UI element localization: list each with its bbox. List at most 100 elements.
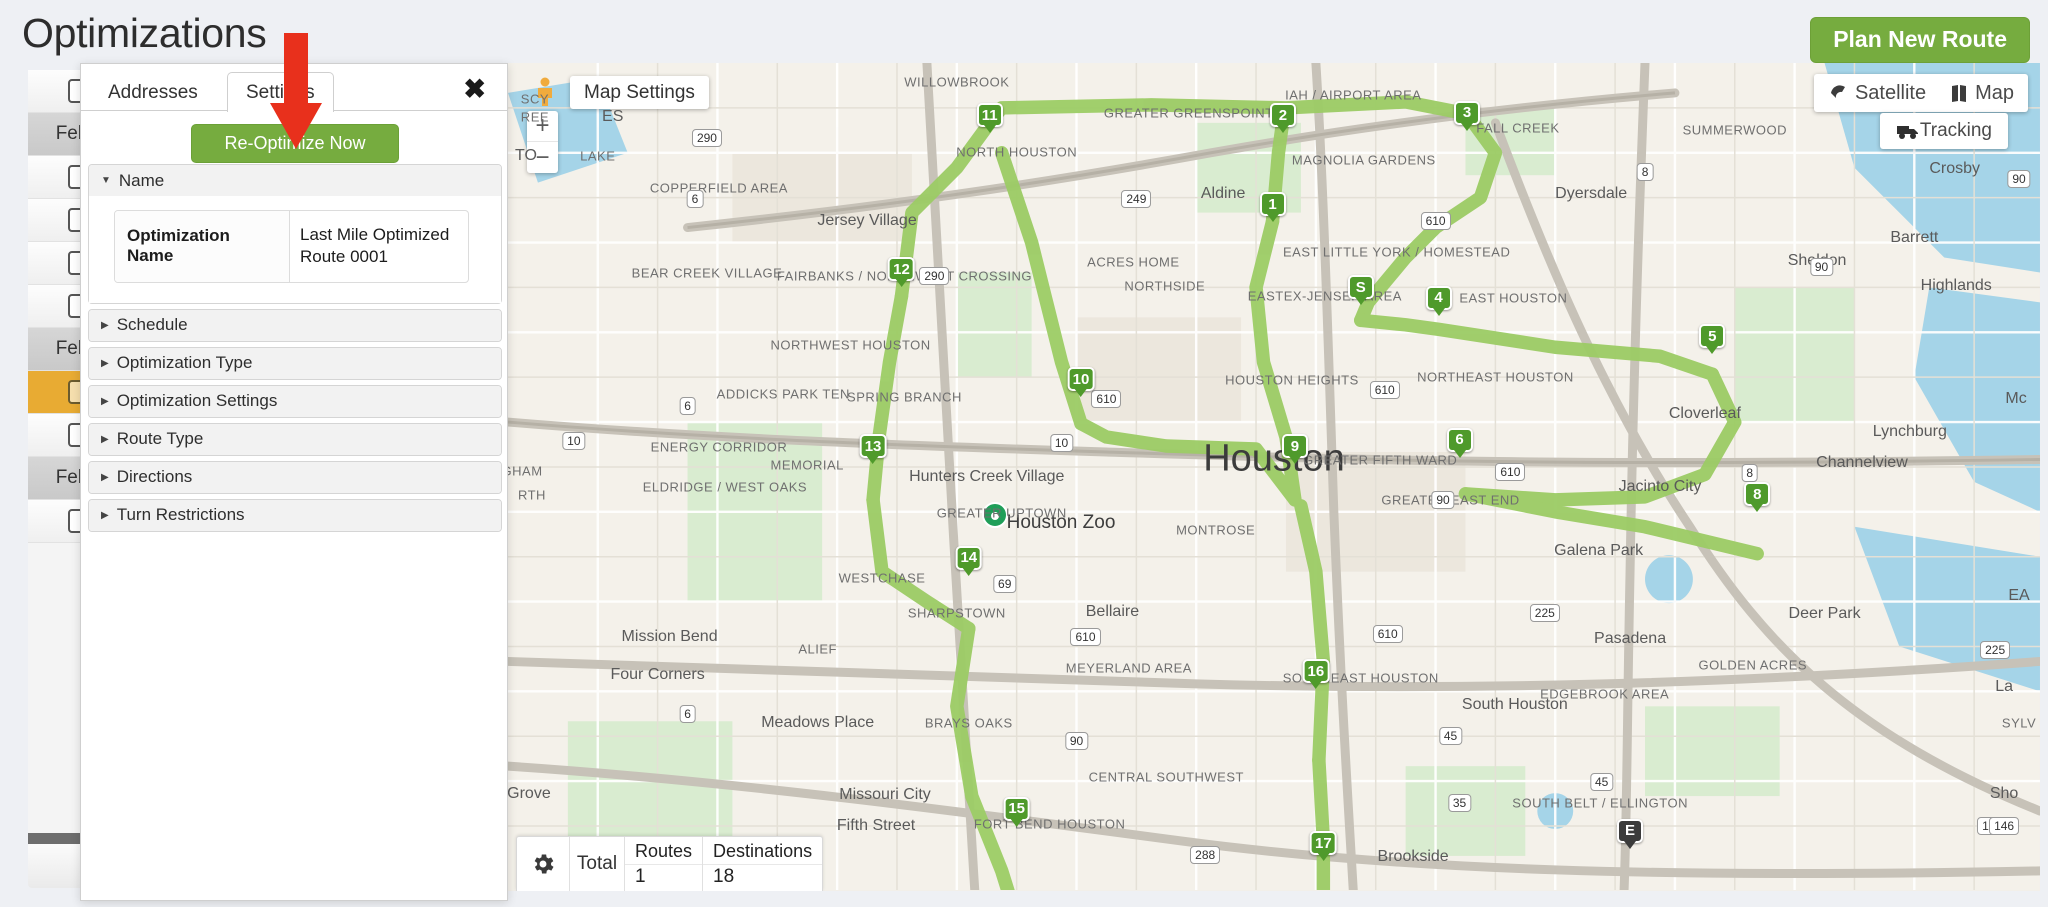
accordion-header[interactable]: ▶ Route Type bbox=[89, 423, 501, 455]
highway-shield: 6 bbox=[679, 704, 696, 723]
accordion-label: Name bbox=[118, 170, 165, 190]
map-place-label: BEAR CREEK VILLAGE bbox=[631, 265, 783, 281]
route-stop-marker[interactable]: 6 bbox=[1446, 427, 1473, 452]
optimization-name-value[interactable]: Last Mile Optimized Route 0001 bbox=[290, 211, 468, 282]
accordion-header[interactable]: ▼ Name bbox=[89, 165, 501, 196]
map-place-label: SUMMERWOOD bbox=[1682, 122, 1788, 138]
route-stop-marker[interactable]: 5 bbox=[1699, 324, 1726, 349]
map-label: Map bbox=[1975, 81, 2014, 104]
accordion-header[interactable]: ▶ Turn Restrictions bbox=[89, 499, 501, 531]
route-stop-marker[interactable]: 14 bbox=[955, 545, 983, 570]
map-place-label: ELDRIDGE / WEST OAKS bbox=[642, 479, 808, 495]
accordion-header[interactable]: ▶ Optimization Settings bbox=[89, 385, 501, 417]
page-title: Optimizations bbox=[22, 10, 267, 56]
highway-shield: 290 bbox=[691, 129, 722, 148]
route-stop-marker[interactable]: 8 bbox=[1744, 482, 1771, 507]
route-stop-marker[interactable]: 12 bbox=[888, 257, 915, 282]
route-stop-marker[interactable]: 3 bbox=[1453, 100, 1480, 125]
destinations-value: 18 bbox=[713, 865, 735, 887]
map-place-label: EAST HOUSTON bbox=[1459, 290, 1568, 306]
accordion-label: Optimization Settings bbox=[116, 391, 278, 411]
route-stop-marker[interactable]: 4 bbox=[1425, 285, 1452, 310]
route-stop-marker[interactable]: 16 bbox=[1302, 659, 1330, 684]
destinations-header: Destinations bbox=[703, 837, 823, 865]
map-place-label: WESTCHASE bbox=[838, 570, 926, 586]
highway-shield: 45 bbox=[1589, 773, 1614, 792]
highway-shield: 90 bbox=[1809, 258, 1834, 277]
map-place-label: NORTH HOUSTON bbox=[956, 144, 1078, 160]
accordion-section[interactable]: ▶ Turn Restrictions bbox=[88, 498, 502, 532]
map-place-label: GOLDEN ACRES bbox=[1698, 657, 1808, 673]
highway-shield: 69 bbox=[993, 575, 1017, 594]
map-place-label: NORTHWEST HOUSTON bbox=[770, 337, 931, 353]
map-place-label: Cloverleaf bbox=[1668, 404, 1741, 422]
map-place-label: EASTEX-JENSEN AREA bbox=[1247, 288, 1402, 304]
close-icon[interactable]: ✖ bbox=[463, 76, 486, 103]
route-stop-marker[interactable]: E bbox=[1617, 818, 1644, 843]
map-place-label: Jersey Village bbox=[817, 211, 917, 229]
accordion-header[interactable]: ▶ Directions bbox=[89, 461, 501, 493]
map-place-label: Jacinto City bbox=[1618, 478, 1702, 496]
map-toggle[interactable]: Map bbox=[1950, 82, 2014, 105]
satellite-toggle[interactable]: Satellite bbox=[1828, 82, 1926, 105]
gear-icon[interactable] bbox=[517, 837, 569, 891]
accordion-section[interactable]: ▶ Schedule bbox=[88, 308, 502, 342]
map-place-label: ACRES HOME bbox=[1087, 254, 1180, 270]
route-stop-marker[interactable]: 13 bbox=[859, 434, 887, 459]
route-stop-marker[interactable]: 9 bbox=[1281, 434, 1308, 459]
map-settings-button[interactable]: Map Settings bbox=[570, 76, 709, 109]
map-place-label: HOUSTON HEIGHTS bbox=[1225, 372, 1359, 388]
route-stop-marker[interactable]: 2 bbox=[1269, 103, 1296, 128]
highway-shield: 225 bbox=[1980, 641, 2011, 660]
map-place-label: MAGNOLIA GARDENS bbox=[1291, 152, 1436, 168]
route-map[interactable]: Map Settings + − Satellite Map Tracking … bbox=[508, 63, 2040, 891]
map-place-label: EDGEBROOK AREA bbox=[1540, 686, 1670, 702]
accordion-section[interactable]: ▶ Optimization Settings bbox=[88, 384, 502, 418]
accordion-header[interactable]: ▶ Optimization Type bbox=[89, 347, 501, 379]
routes-header: Routes bbox=[625, 837, 703, 865]
highway-shield: 610 bbox=[1372, 624, 1403, 643]
map-place-label: MONTROSE bbox=[1176, 522, 1256, 538]
accordion-label: Optimization Type bbox=[116, 353, 253, 373]
route-stop-marker[interactable]: 15 bbox=[1003, 796, 1031, 821]
accordion-header[interactable]: ▶ Schedule bbox=[89, 309, 501, 341]
map-place-label: LAKE bbox=[580, 148, 616, 164]
optimization-settings-panel[interactable]: Addresses Settings ✖ Re-Optimize Now ▼ Na… bbox=[80, 63, 508, 901]
map-place-label: RTH bbox=[517, 487, 546, 503]
satellite-icon bbox=[1830, 85, 1845, 98]
accordion-section[interactable]: ▶ Optimization Type bbox=[88, 346, 502, 380]
route-stop-marker[interactable]: S bbox=[1347, 275, 1374, 300]
truck-icon bbox=[1896, 126, 1918, 139]
caret-down-icon: ▼ bbox=[101, 175, 111, 186]
plan-new-route-button[interactable]: Plan New Route bbox=[1810, 17, 2030, 64]
map-place-label: La bbox=[1995, 677, 2013, 695]
map-place-label: FORT BEND HOUSTON bbox=[973, 816, 1126, 832]
map-place-label: Barrett bbox=[1890, 228, 1939, 246]
map-place-label: EAST LITTLE YORK / HOMESTEAD bbox=[1282, 244, 1511, 260]
accordion-label: Turn Restrictions bbox=[116, 505, 245, 525]
highway-shield: 610 bbox=[1070, 628, 1101, 647]
route-stop-marker[interactable]: 10 bbox=[1067, 367, 1095, 392]
map-layer-toggle[interactable]: Satellite Map bbox=[1813, 74, 2028, 112]
map-place-label: ADDICKS PARK TEN bbox=[716, 386, 850, 402]
map-place-label: COPPERFIELD AREA bbox=[649, 180, 788, 196]
map-place-label: MEYERLAND AREA bbox=[1065, 660, 1192, 676]
caret-right-icon: ▶ bbox=[101, 319, 109, 331]
map-place-label: GREATER GREENSPOINT bbox=[1103, 105, 1274, 121]
tab-addresses[interactable]: Addresses bbox=[89, 73, 217, 112]
map-place-label: Highlands bbox=[1920, 276, 1992, 294]
map-place-label: Mission Bend bbox=[621, 628, 718, 646]
settings-accordion[interactable]: ▼ Name Optimization Name Last Mile Optimize… bbox=[88, 164, 502, 537]
route-stop-marker[interactable]: 17 bbox=[1310, 831, 1337, 856]
highway-shield: 35 bbox=[1447, 794, 1472, 813]
map-place-label: EA bbox=[2008, 587, 2030, 605]
tracking-button[interactable]: Tracking bbox=[1879, 113, 2008, 149]
route-stop-marker[interactable]: 11 bbox=[976, 103, 1003, 128]
accordion-section[interactable]: ▶ Route Type bbox=[88, 422, 502, 456]
highway-shield: 45 bbox=[1438, 726, 1463, 745]
highway-shield: 6 bbox=[686, 189, 704, 208]
map-place-label: Aldine bbox=[1200, 184, 1246, 202]
accordion-section[interactable]: ▶ Directions bbox=[88, 460, 502, 494]
route-stop-marker[interactable]: 1 bbox=[1259, 192, 1286, 217]
accordion-section[interactable]: ▼ Name Optimization Name Last Mile Optimize… bbox=[88, 164, 502, 304]
